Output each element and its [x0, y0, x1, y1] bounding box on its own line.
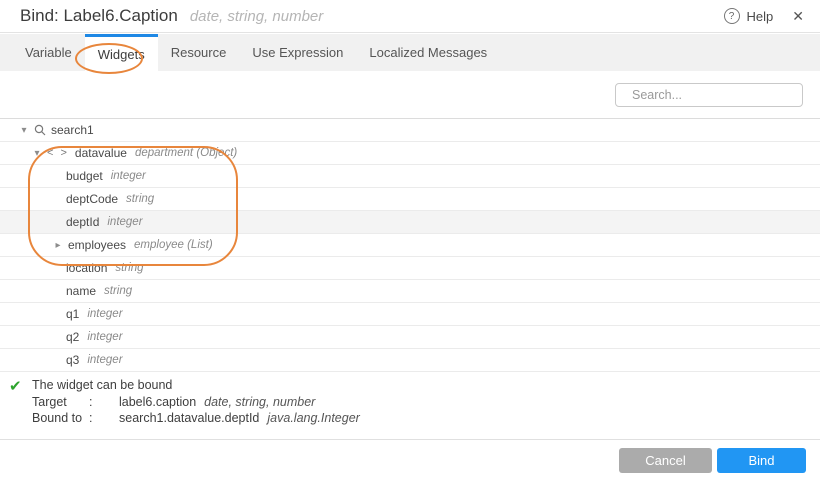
tree-node-label: search1 — [51, 123, 94, 137]
tree-row-search1[interactable]: ▾ search1 — [0, 119, 820, 142]
help-icon[interactable]: ? — [724, 8, 740, 24]
search-input[interactable] — [630, 87, 795, 103]
tab-localized-messages[interactable]: Localized Messages — [356, 34, 500, 71]
status-bound-to-type: java.lang.Integer — [267, 411, 359, 425]
tree-row-q2[interactable]: q2 integer — [0, 326, 820, 349]
caret-right-icon[interactable]: ▸ — [52, 240, 64, 251]
tree-node-label: employees — [68, 238, 126, 252]
status-label-bound-to: Bound to — [32, 411, 89, 425]
tree-node-label: location — [66, 261, 107, 275]
bind-dialog: Bind: Label6.Caption date, string, numbe… — [0, 0, 820, 488]
tab-resource[interactable]: Resource — [158, 34, 240, 71]
tree-node-label: name — [66, 284, 96, 298]
tree-row-deptCode[interactable]: deptCode string — [0, 188, 820, 211]
tree-row-q3[interactable]: q3 integer — [0, 349, 820, 372]
bind-source-tree: ▾ search1 ▾ < > datavalue department (Ob… — [0, 119, 820, 372]
footer-divider — [0, 439, 820, 440]
tree-row-budget[interactable]: budget integer — [0, 165, 820, 188]
tree-node-label: budget — [66, 169, 103, 183]
tree-row-location[interactable]: location string — [0, 257, 820, 280]
tree-node-label: q1 — [66, 307, 79, 321]
status-label-target: Target — [32, 395, 89, 409]
dialog-header: Bind: Label6.Caption date, string, numbe… — [0, 0, 820, 33]
bind-status-panel: ✔ The widget can be bound Target : label… — [0, 373, 820, 439]
tree-node-type: integer — [111, 170, 146, 182]
caret-down-icon[interactable]: ▾ — [31, 148, 43, 159]
tree-row-deptId[interactable]: deptId integer — [0, 211, 820, 234]
tree-row-q1[interactable]: q1 integer — [0, 303, 820, 326]
status-separator: : — [89, 411, 119, 425]
tree-node-type: string — [126, 193, 154, 205]
tab-widgets[interactable]: Widgets — [85, 34, 158, 71]
object-brackets-icon: < > — [47, 147, 69, 159]
tab-bar: Variable Widgets Resource Use Expression… — [0, 34, 820, 71]
tree-node-type: integer — [107, 216, 142, 228]
tree-node-label: deptCode — [66, 192, 118, 206]
tree-node-label: datavalue — [75, 146, 127, 160]
tree-node-type: employee (List) — [134, 239, 213, 251]
status-target-type: date, string, number — [204, 395, 315, 409]
close-icon[interactable]: ✕ — [792, 8, 804, 25]
caret-down-icon[interactable]: ▾ — [18, 125, 30, 136]
bind-status-details: Target : label6.captiondate, string, num… — [32, 394, 360, 426]
tab-use-expression[interactable]: Use Expression — [239, 34, 356, 71]
tree-node-type: string — [104, 285, 132, 297]
tree-node-type: integer — [87, 308, 122, 320]
tree-row-employees[interactable]: ▸ employees employee (List) — [0, 234, 820, 257]
tree-node-label: q3 — [66, 353, 79, 367]
tree-node-label: q2 — [66, 330, 79, 344]
header-controls: ? Help ✕ — [724, 8, 820, 25]
success-check-icon: ✔ — [9, 377, 22, 395]
search-box[interactable] — [615, 83, 803, 107]
bind-status-message: The widget can be bound — [32, 378, 172, 392]
help-button[interactable]: Help — [747, 9, 774, 24]
status-separator: : — [89, 395, 119, 409]
tab-variable[interactable]: Variable — [12, 34, 85, 71]
status-target-value: label6.captiondate, string, number — [119, 395, 360, 409]
tree-node-type: integer — [87, 354, 122, 366]
bind-button[interactable]: Bind — [717, 448, 806, 473]
tree-node-type: department (Object) — [135, 147, 237, 159]
tree-node-type: integer — [87, 331, 122, 343]
tree-node-label: deptId — [66, 215, 99, 229]
search-widget-icon — [34, 124, 46, 136]
tree-node-type: string — [115, 262, 143, 274]
dialog-subtitle: date, string, number — [190, 8, 323, 25]
cancel-button[interactable]: Cancel — [619, 448, 712, 473]
status-bound-to-value: search1.datavalue.deptIdjava.lang.Intege… — [119, 411, 360, 425]
tree-row-name[interactable]: name string — [0, 280, 820, 303]
dialog-title: Bind: Label6.Caption — [20, 6, 178, 26]
tree-row-datavalue[interactable]: ▾ < > datavalue department (Object) — [0, 142, 820, 165]
